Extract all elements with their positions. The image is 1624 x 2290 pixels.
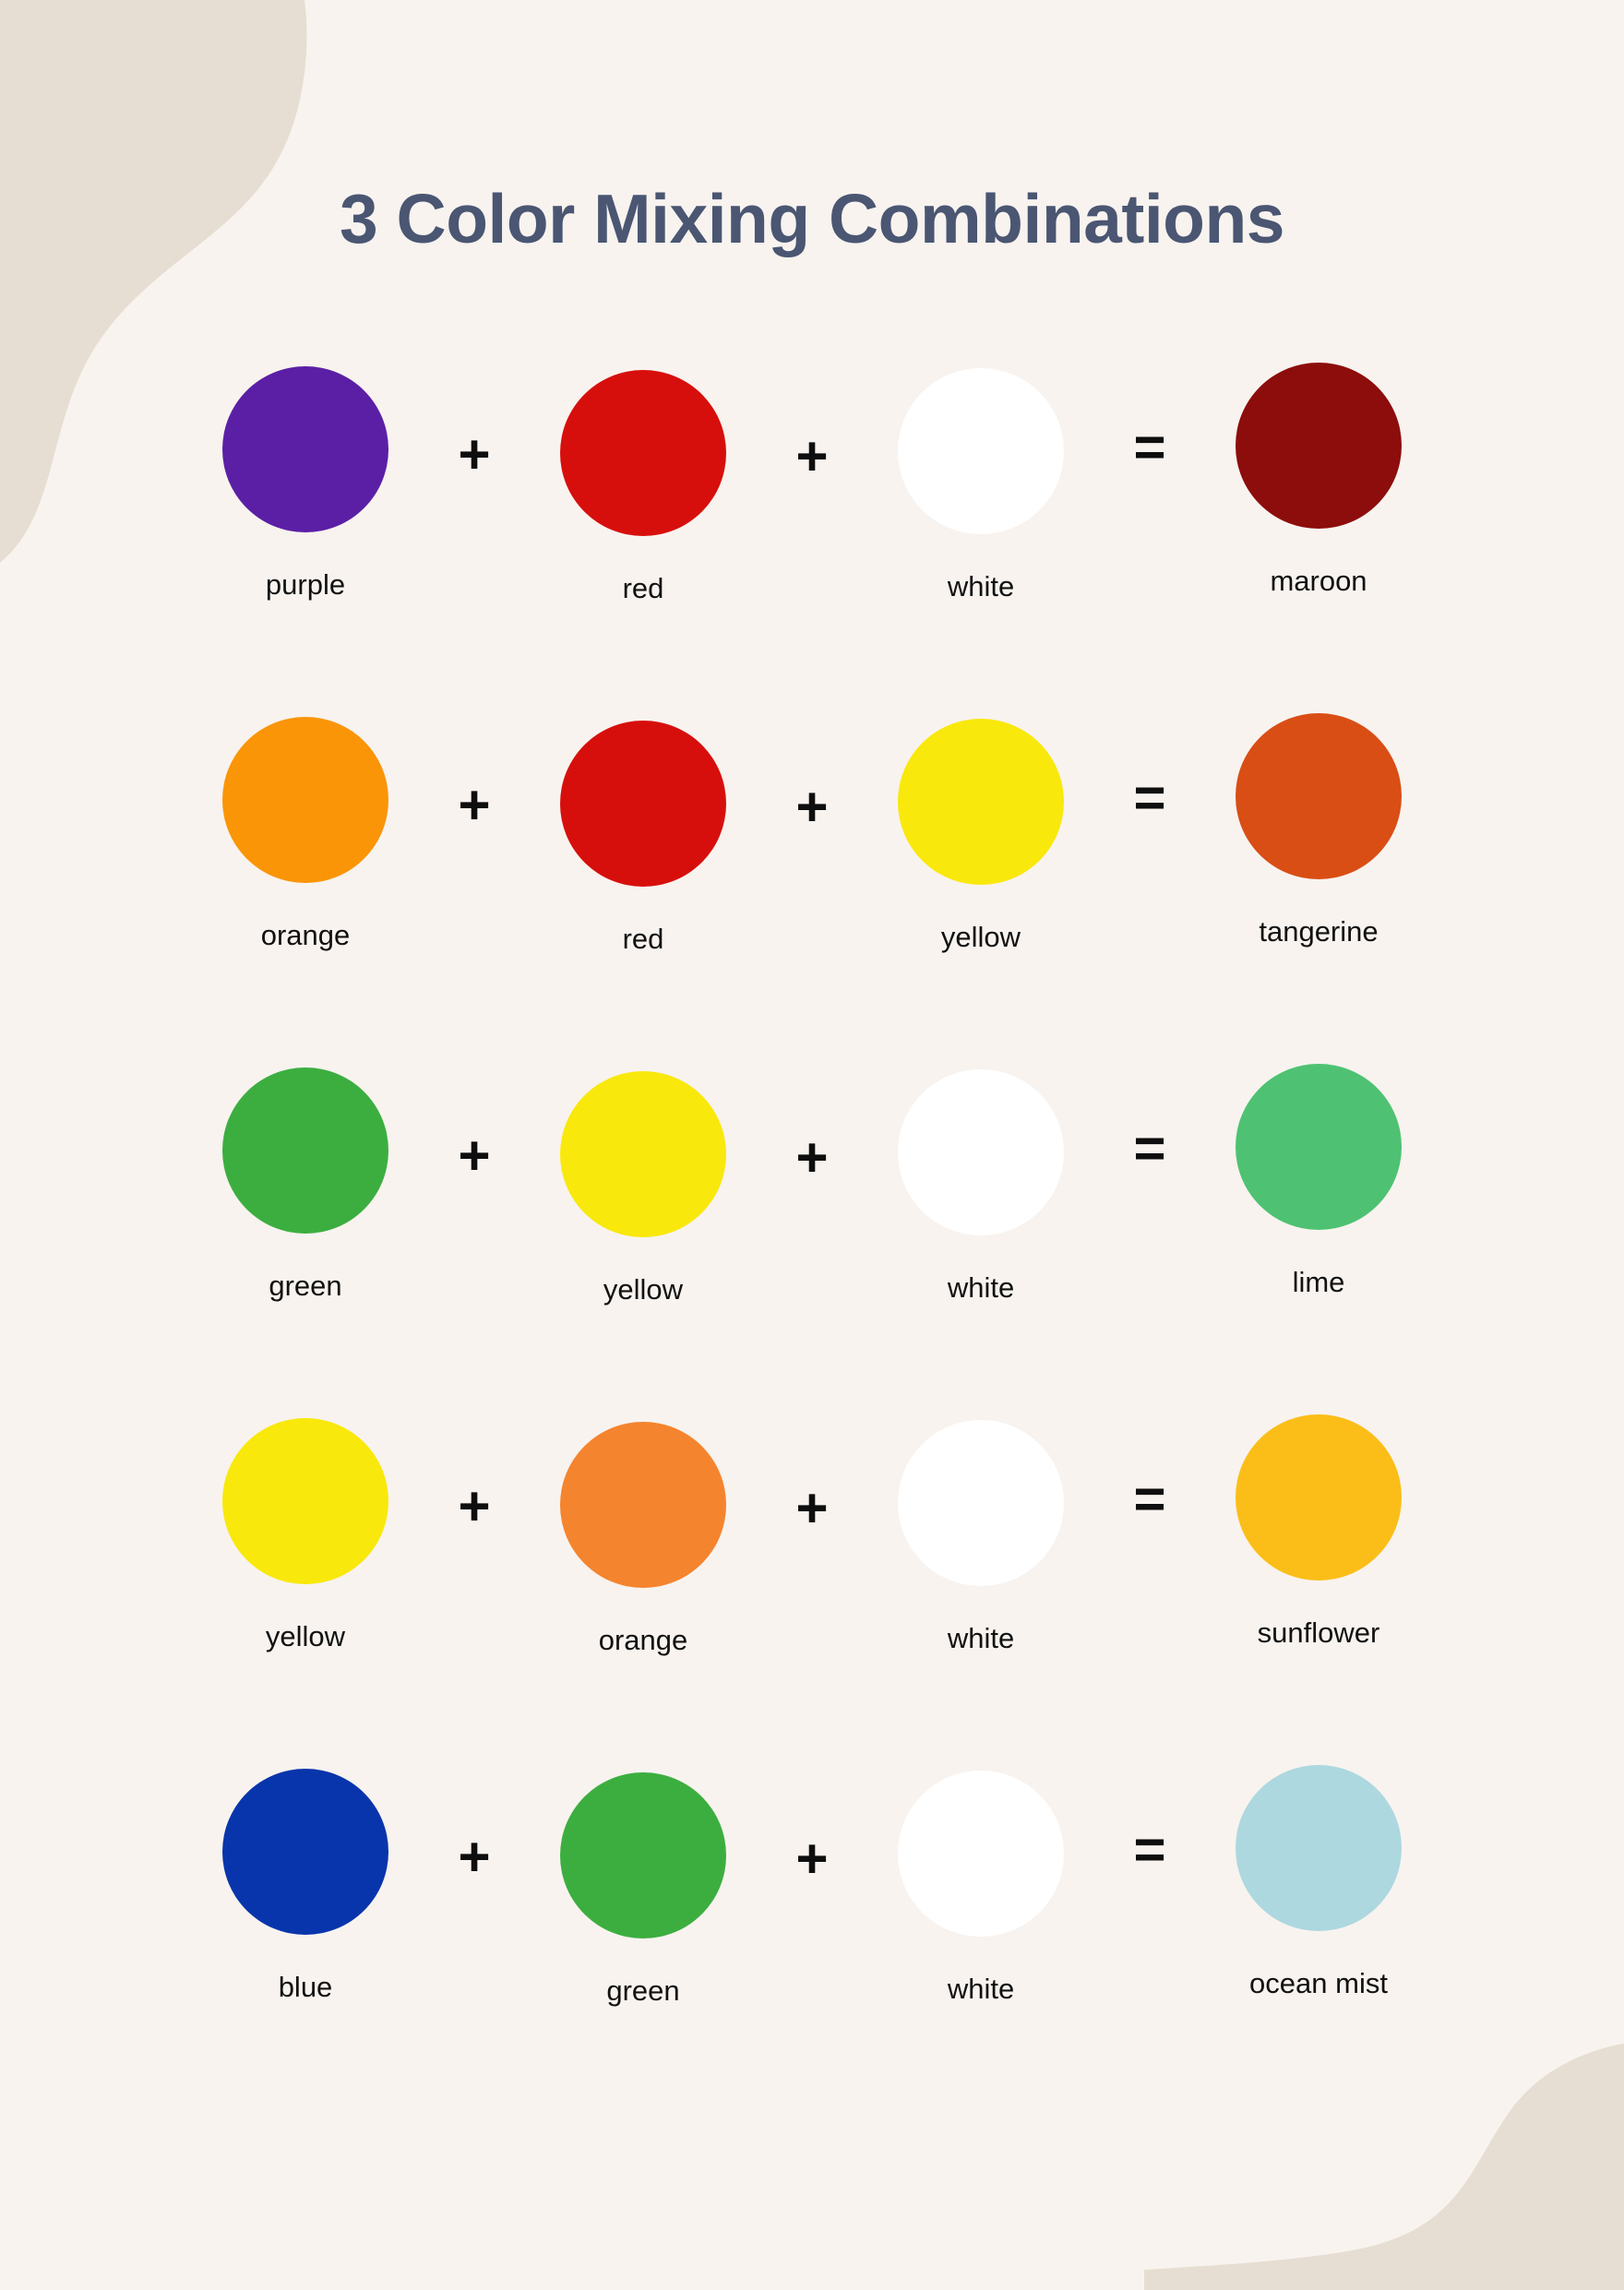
color-circle[interactable]: [560, 1421, 726, 1588]
color-circle[interactable]: [898, 1068, 1064, 1235]
color-circle[interactable]: [560, 720, 726, 887]
combination-row: purple + red + white = maroon: [157, 362, 1467, 717]
color-label: green: [606, 1974, 680, 2007]
color-label: blue: [278, 1970, 333, 2003]
color-label: yellow: [265, 1619, 346, 1652]
page-title: 3 Color Mixing Combinations: [339, 180, 1285, 257]
plus-icon: +: [458, 1124, 491, 1187]
color-label: green: [269, 1269, 342, 1302]
result-swatch[interactable]: ocean mist: [1180, 1764, 1457, 2000]
ingredient-swatch[interactable]: purple: [167, 365, 444, 602]
ingredient-swatch[interactable]: white: [842, 1419, 1119, 1655]
combination-row: green + yellow + white = lime: [157, 1063, 1467, 1418]
color-label: sunflower: [1257, 1616, 1380, 1649]
color-circle[interactable]: [1236, 1764, 1402, 1931]
color-label: white: [947, 1621, 1015, 1654]
equals-icon: =: [1133, 415, 1166, 478]
color-label: white: [947, 1972, 1015, 2005]
color-circle[interactable]: [1236, 1413, 1402, 1580]
plus-icon: +: [458, 1825, 491, 1888]
equals-icon: =: [1133, 1116, 1166, 1179]
color-label: orange: [598, 1623, 688, 1656]
ingredient-swatch[interactable]: yellow: [842, 718, 1119, 954]
ingredient-swatch[interactable]: orange: [505, 1421, 782, 1657]
combination-row: yellow + orange + white = sunflower: [157, 1413, 1467, 1769]
ingredient-swatch[interactable]: green: [505, 1771, 782, 2008]
color-circle[interactable]: [222, 1067, 388, 1234]
color-label: ocean mist: [1249, 1966, 1388, 1999]
ingredient-swatch[interactable]: red: [505, 369, 782, 605]
color-label: red: [622, 571, 664, 604]
color-label: lime: [1292, 1265, 1345, 1298]
plus-icon: +: [795, 424, 829, 487]
result-swatch[interactable]: lime: [1180, 1063, 1457, 1299]
color-circle[interactable]: [1236, 712, 1402, 879]
plus-icon: +: [795, 1476, 829, 1539]
color-circle[interactable]: [560, 1771, 726, 1938]
color-label: yellow: [940, 920, 1021, 953]
color-label: white: [947, 1270, 1015, 1304]
result-swatch[interactable]: tangerine: [1180, 712, 1457, 948]
color-circle[interactable]: [1236, 362, 1402, 529]
ingredient-swatch[interactable]: yellow: [505, 1070, 782, 1306]
color-circle[interactable]: [898, 1419, 1064, 1586]
color-circle[interactable]: [222, 1417, 388, 1584]
ingredient-swatch[interactable]: white: [842, 367, 1119, 603]
color-label: maroon: [1270, 564, 1367, 597]
ingredient-swatch[interactable]: orange: [167, 716, 444, 952]
plus-icon: +: [795, 1827, 829, 1890]
color-circle[interactable]: [898, 367, 1064, 534]
equals-icon: =: [1133, 1467, 1166, 1530]
color-label: purple: [265, 567, 346, 601]
color-circle[interactable]: [1236, 1063, 1402, 1230]
combination-row: blue + green + white = ocean mist: [157, 1764, 1467, 2119]
combination-list: purple + red + white = maroon orange + r…: [157, 362, 1467, 2119]
color-circle[interactable]: [560, 369, 726, 536]
ingredient-swatch[interactable]: red: [505, 720, 782, 956]
plus-icon: +: [795, 1126, 829, 1188]
color-circle[interactable]: [222, 1768, 388, 1935]
plus-icon: +: [458, 773, 491, 836]
plus-icon: +: [458, 423, 491, 485]
color-label: tangerine: [1259, 914, 1379, 948]
plus-icon: +: [458, 1474, 491, 1537]
poster: 3 Color Mixing Combinations purple + red…: [0, 0, 1624, 2290]
color-circle[interactable]: [222, 716, 388, 883]
color-label: red: [622, 922, 664, 955]
ingredient-swatch[interactable]: green: [167, 1067, 444, 1303]
equals-icon: =: [1133, 766, 1166, 829]
ingredient-swatch[interactable]: white: [842, 1068, 1119, 1305]
ingredient-swatch[interactable]: yellow: [167, 1417, 444, 1653]
color-circle[interactable]: [898, 1770, 1064, 1937]
color-circle[interactable]: [222, 365, 388, 532]
color-label: yellow: [603, 1272, 684, 1306]
result-swatch[interactable]: maroon: [1180, 362, 1457, 598]
color-label: white: [947, 569, 1015, 602]
color-circle[interactable]: [560, 1070, 726, 1237]
color-label: orange: [260, 918, 351, 951]
equals-icon: =: [1133, 1818, 1166, 1880]
result-swatch[interactable]: sunflower: [1180, 1413, 1457, 1650]
color-circle[interactable]: [898, 718, 1064, 885]
ingredient-swatch[interactable]: white: [842, 1770, 1119, 2006]
combination-row: orange + red + yellow = tangerine: [157, 712, 1467, 1067]
plus-icon: +: [795, 775, 829, 838]
ingredient-swatch[interactable]: blue: [167, 1768, 444, 2004]
